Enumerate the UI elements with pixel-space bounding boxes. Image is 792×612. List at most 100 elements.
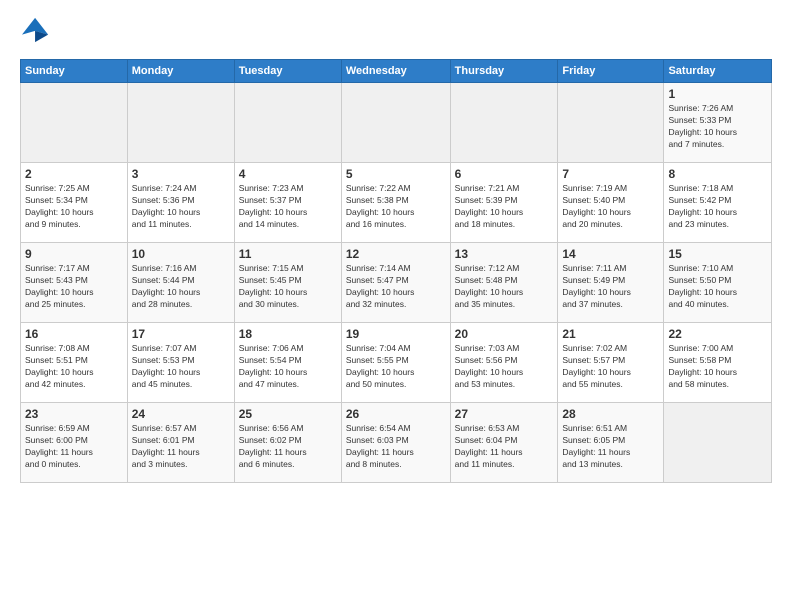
day-number: 26: [346, 407, 446, 421]
day-info: Sunrise: 7:04 AM Sunset: 5:55 PM Dayligh…: [346, 343, 446, 391]
calendar-cell: [664, 403, 772, 483]
day-info: Sunrise: 7:26 AM Sunset: 5:33 PM Dayligh…: [668, 103, 767, 151]
day-number: 22: [668, 327, 767, 341]
day-info: Sunrise: 7:02 AM Sunset: 5:57 PM Dayligh…: [562, 343, 659, 391]
calendar-cell: 11 Sunrise: 7:15 AM Sunset: 5:45 PM Dayli…: [234, 243, 341, 323]
day-number: 7: [562, 167, 659, 181]
day-number: 4: [239, 167, 337, 181]
day-number: 1: [668, 87, 767, 101]
day-number: 11: [239, 247, 337, 261]
calendar-cell: 23 Sunrise: 6:59 AM Sunset: 6:00 PM Dayli…: [21, 403, 128, 483]
calendar-cell: 28 Sunrise: 6:51 AM Sunset: 6:05 PM Dayli…: [558, 403, 664, 483]
day-info: Sunrise: 7:21 AM Sunset: 5:39 PM Dayligh…: [455, 183, 554, 231]
day-number: 21: [562, 327, 659, 341]
day-info: Sunrise: 7:23 AM Sunset: 5:37 PM Dayligh…: [239, 183, 337, 231]
calendar-cell: 19 Sunrise: 7:04 AM Sunset: 5:55 PM Dayli…: [341, 323, 450, 403]
calendar-cell: 13Sunrise: 7:12 AM Sunset: 5:48 PM Dayli…: [450, 243, 558, 323]
day-number: 13: [455, 247, 554, 261]
day-info: Sunrise: 7:19 AM Sunset: 5:40 PM Dayligh…: [562, 183, 659, 231]
calendar-cell: [21, 83, 128, 163]
calendar-cell: 16 Sunrise: 7:08 AM Sunset: 5:51 PM Dayli…: [21, 323, 128, 403]
day-number: 3: [132, 167, 230, 181]
day-number: 10: [132, 247, 230, 261]
logo-icon: [22, 16, 50, 44]
day-number: 5: [346, 167, 446, 181]
calendar-cell: 20 Sunrise: 7:03 AM Sunset: 5:56 PM Dayli…: [450, 323, 558, 403]
calendar-cell: [341, 83, 450, 163]
day-number: 23: [25, 407, 123, 421]
day-number: 2: [25, 167, 123, 181]
calendar-cell: 15 Sunrise: 7:10 AM Sunset: 5:50 PM Dayli…: [664, 243, 772, 323]
calendar-cell: 4 Sunrise: 7:23 AM Sunset: 5:37 PM Daylig…: [234, 163, 341, 243]
day-info: Sunrise: 7:15 AM Sunset: 5:45 PM Dayligh…: [239, 263, 337, 311]
calendar: SundayMondayTuesdayWednesdayThursdayFrid…: [20, 59, 772, 483]
day-number: 27: [455, 407, 554, 421]
week-row-3: 16 Sunrise: 7:08 AM Sunset: 5:51 PM Dayli…: [21, 323, 772, 403]
calendar-cell: 24 Sunrise: 6:57 AM Sunset: 6:01 PM Dayli…: [127, 403, 234, 483]
day-info: Sunrise: 6:59 AM Sunset: 6:00 PM Dayligh…: [25, 423, 123, 471]
calendar-cell: 27 Sunrise: 6:53 AM Sunset: 6:04 PM Dayli…: [450, 403, 558, 483]
day-number: 18: [239, 327, 337, 341]
weekday-header-thursday: Thursday: [450, 60, 558, 83]
day-number: 16: [25, 327, 123, 341]
header: [20, 16, 772, 49]
day-info: Sunrise: 7:00 AM Sunset: 5:58 PM Dayligh…: [668, 343, 767, 391]
day-number: 24: [132, 407, 230, 421]
week-row-2: 9 Sunrise: 7:17 AM Sunset: 5:43 PM Daylig…: [21, 243, 772, 323]
page: SundayMondayTuesdayWednesdayThursdayFrid…: [0, 0, 792, 612]
day-number: 6: [455, 167, 554, 181]
weekday-header-sunday: Sunday: [21, 60, 128, 83]
day-info: Sunrise: 7:03 AM Sunset: 5:56 PM Dayligh…: [455, 343, 554, 391]
calendar-cell: 10 Sunrise: 7:16 AM Sunset: 5:44 PM Dayli…: [127, 243, 234, 323]
day-number: 9: [25, 247, 123, 261]
day-info: Sunrise: 6:54 AM Sunset: 6:03 PM Dayligh…: [346, 423, 446, 471]
day-number: 14: [562, 247, 659, 261]
day-info: Sunrise: 7:14 AM Sunset: 5:47 PM Dayligh…: [346, 263, 446, 311]
calendar-cell: [558, 83, 664, 163]
day-info: Sunrise: 7:24 AM Sunset: 5:36 PM Dayligh…: [132, 183, 230, 231]
day-info: Sunrise: 7:08 AM Sunset: 5:51 PM Dayligh…: [25, 343, 123, 391]
day-number: 19: [346, 327, 446, 341]
day-info: Sunrise: 6:57 AM Sunset: 6:01 PM Dayligh…: [132, 423, 230, 471]
day-info: Sunrise: 6:53 AM Sunset: 6:04 PM Dayligh…: [455, 423, 554, 471]
day-number: 15: [668, 247, 767, 261]
weekday-header-wednesday: Wednesday: [341, 60, 450, 83]
calendar-cell: 26 Sunrise: 6:54 AM Sunset: 6:03 PM Dayli…: [341, 403, 450, 483]
week-row-4: 23 Sunrise: 6:59 AM Sunset: 6:00 PM Dayli…: [21, 403, 772, 483]
day-number: 8: [668, 167, 767, 181]
day-number: 17: [132, 327, 230, 341]
logo: [20, 16, 50, 49]
day-info: Sunrise: 7:10 AM Sunset: 5:50 PM Dayligh…: [668, 263, 767, 311]
calendar-cell: 2Sunrise: 7:25 AM Sunset: 5:34 PM Daylig…: [21, 163, 128, 243]
day-number: 20: [455, 327, 554, 341]
calendar-cell: 1 Sunrise: 7:26 AM Sunset: 5:33 PM Daylig…: [664, 83, 772, 163]
calendar-cell: 17 Sunrise: 7:07 AM Sunset: 5:53 PM Dayli…: [127, 323, 234, 403]
day-info: Sunrise: 6:51 AM Sunset: 6:05 PM Dayligh…: [562, 423, 659, 471]
calendar-cell: [450, 83, 558, 163]
day-number: 25: [239, 407, 337, 421]
day-info: Sunrise: 7:16 AM Sunset: 5:44 PM Dayligh…: [132, 263, 230, 311]
calendar-cell: 5Sunrise: 7:22 AM Sunset: 5:38 PM Daylig…: [341, 163, 450, 243]
calendar-cell: [234, 83, 341, 163]
calendar-cell: 3 Sunrise: 7:24 AM Sunset: 5:36 PM Daylig…: [127, 163, 234, 243]
day-info: Sunrise: 7:06 AM Sunset: 5:54 PM Dayligh…: [239, 343, 337, 391]
day-number: 28: [562, 407, 659, 421]
week-row-1: 2Sunrise: 7:25 AM Sunset: 5:34 PM Daylig…: [21, 163, 772, 243]
calendar-cell: 6 Sunrise: 7:21 AM Sunset: 5:39 PM Daylig…: [450, 163, 558, 243]
calendar-cell: [127, 83, 234, 163]
week-row-0: 1 Sunrise: 7:26 AM Sunset: 5:33 PM Daylig…: [21, 83, 772, 163]
weekday-header-row: SundayMondayTuesdayWednesdayThursdayFrid…: [21, 60, 772, 83]
calendar-cell: 7 Sunrise: 7:19 AM Sunset: 5:40 PM Daylig…: [558, 163, 664, 243]
calendar-cell: 14Sunrise: 7:11 AM Sunset: 5:49 PM Dayli…: [558, 243, 664, 323]
day-info: Sunrise: 7:07 AM Sunset: 5:53 PM Dayligh…: [132, 343, 230, 391]
day-info: Sunrise: 7:18 AM Sunset: 5:42 PM Dayligh…: [668, 183, 767, 231]
calendar-cell: 25Sunrise: 6:56 AM Sunset: 6:02 PM Dayli…: [234, 403, 341, 483]
calendar-cell: 12 Sunrise: 7:14 AM Sunset: 5:47 PM Dayli…: [341, 243, 450, 323]
weekday-header-friday: Friday: [558, 60, 664, 83]
calendar-cell: 9 Sunrise: 7:17 AM Sunset: 5:43 PM Daylig…: [21, 243, 128, 323]
day-info: Sunrise: 7:17 AM Sunset: 5:43 PM Dayligh…: [25, 263, 123, 311]
calendar-cell: 21 Sunrise: 7:02 AM Sunset: 5:57 PM Dayli…: [558, 323, 664, 403]
calendar-cell: 8 Sunrise: 7:18 AM Sunset: 5:42 PM Daylig…: [664, 163, 772, 243]
day-number: 12: [346, 247, 446, 261]
weekday-header-tuesday: Tuesday: [234, 60, 341, 83]
